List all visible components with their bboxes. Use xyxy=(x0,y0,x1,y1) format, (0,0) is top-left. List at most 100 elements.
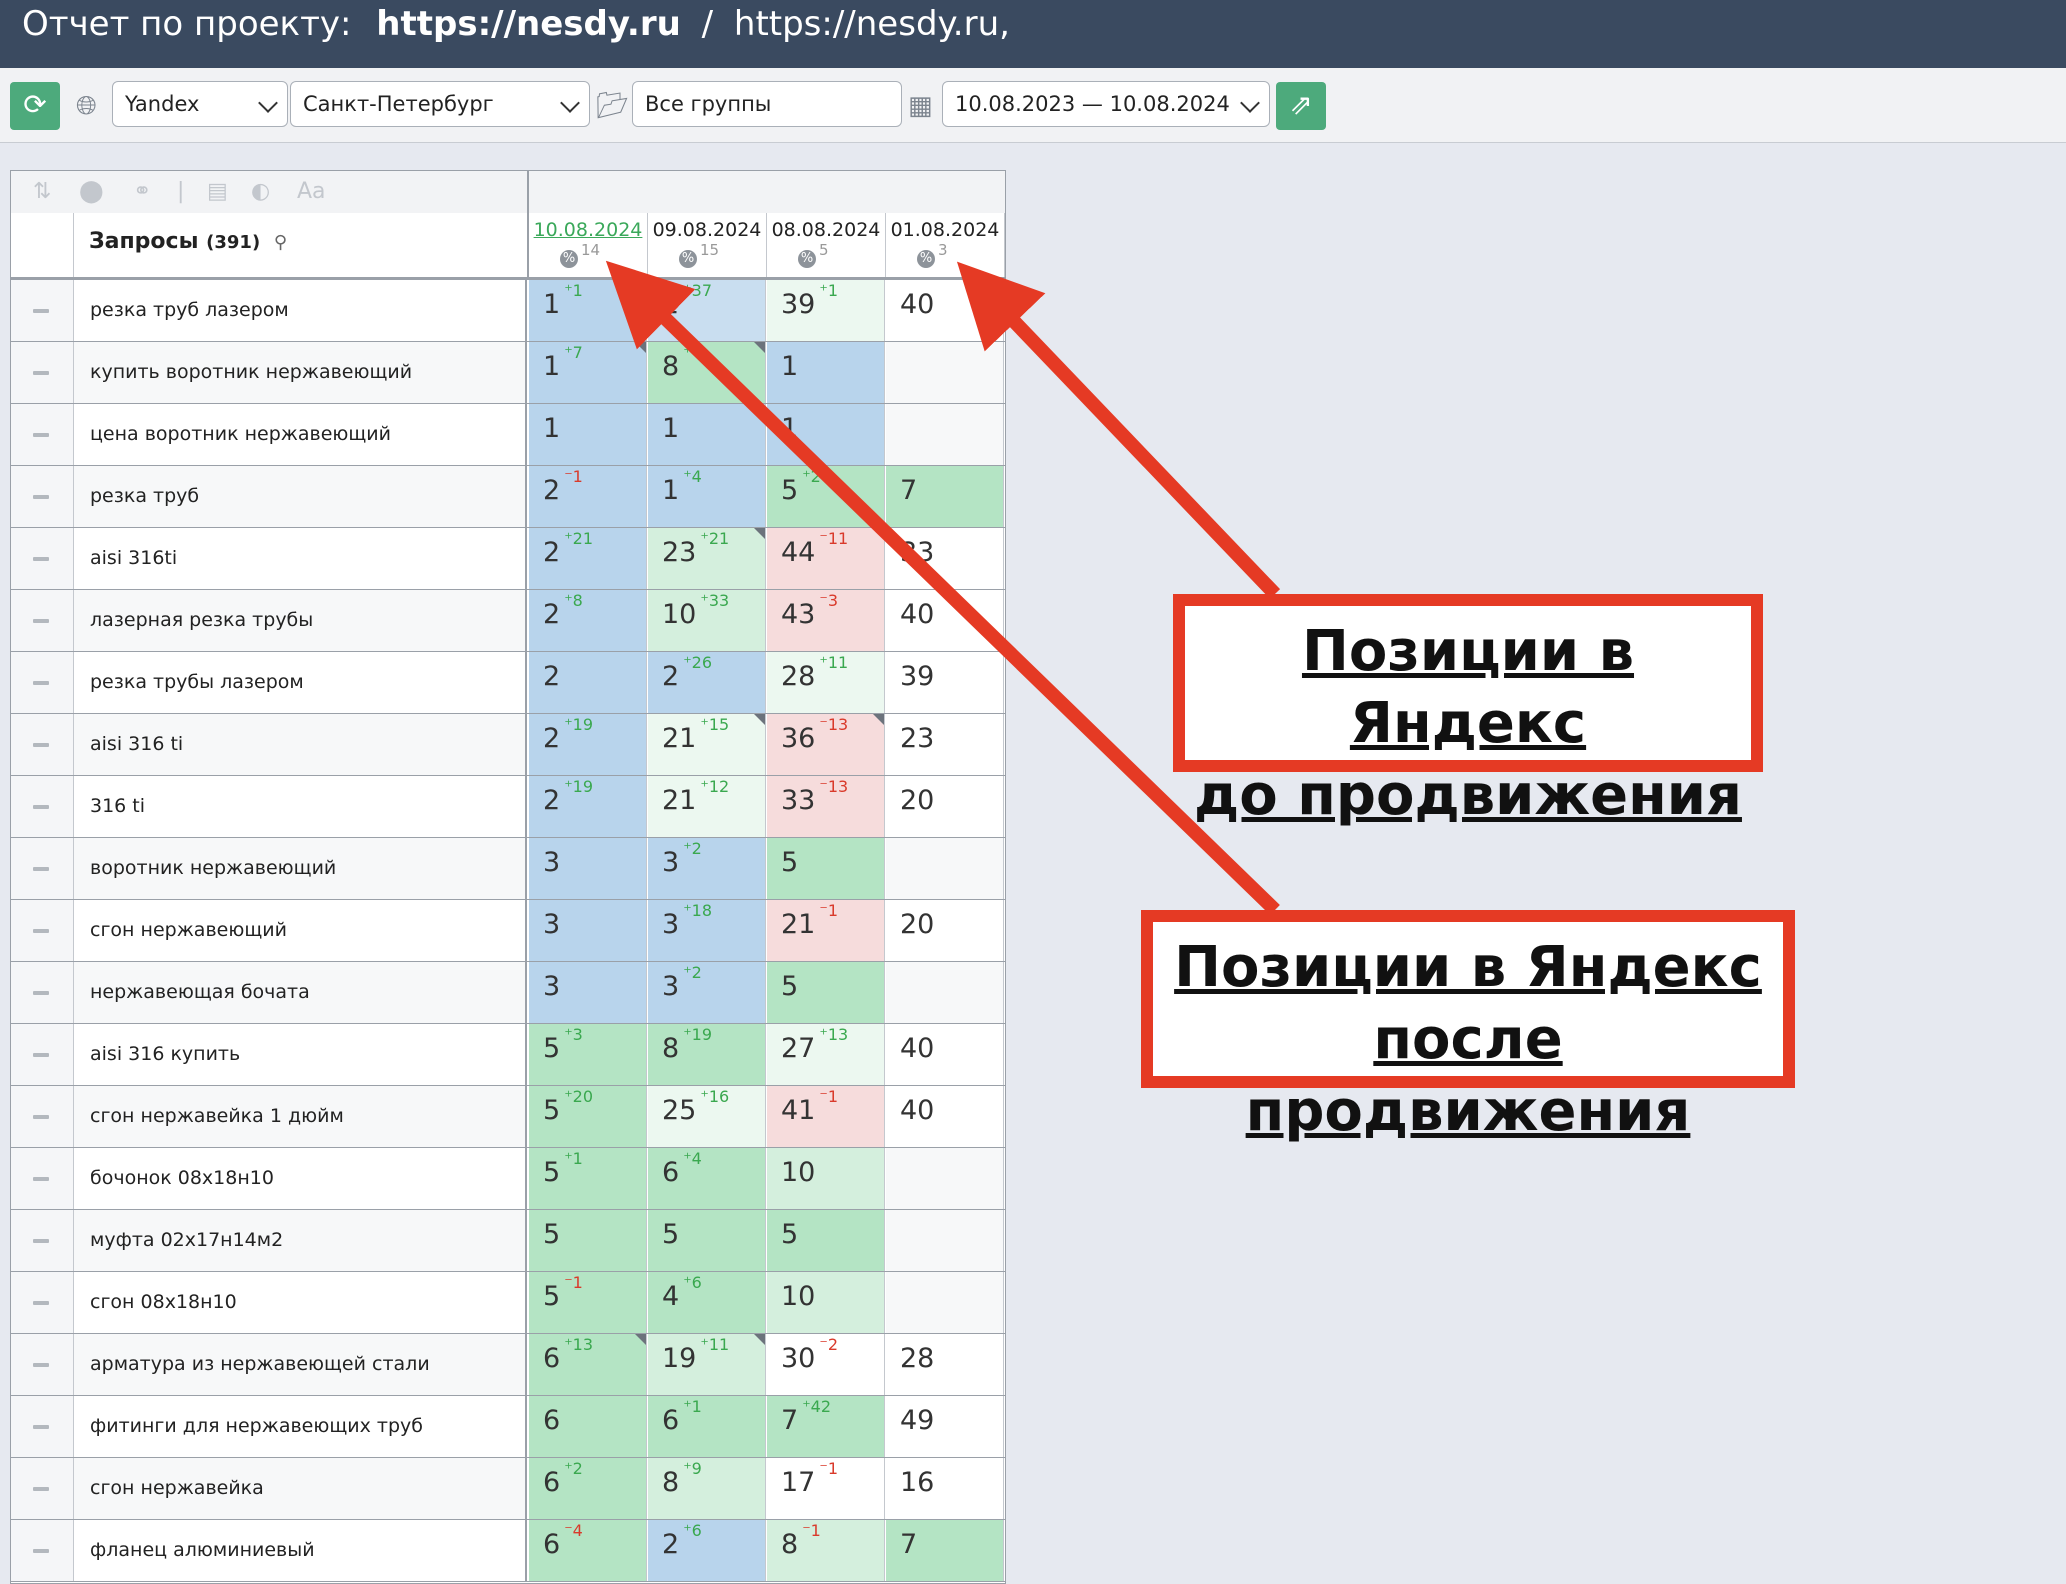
position-cell[interactable]: 21 ⁺15 xyxy=(648,714,766,775)
export-button[interactable]: ⇗ xyxy=(1276,82,1326,130)
queries-column-header[interactable]: Запросы (391) ⚲ xyxy=(89,229,287,254)
date-column-header[interactable]: 08.08.2024% 5 xyxy=(767,213,886,277)
row-handle[interactable] xyxy=(11,1086,74,1147)
position-cell[interactable]: 28 ⁺11 xyxy=(767,652,885,713)
position-cell[interactable]: 10 xyxy=(767,1272,885,1333)
position-cell[interactable]: 16 xyxy=(886,1458,1004,1519)
position-cell[interactable]: 23 xyxy=(886,714,1004,775)
position-cell[interactable]: 5 ⁺1 xyxy=(529,1148,647,1209)
position-cell[interactable]: 1 ⁺4 xyxy=(648,466,766,527)
position-cell[interactable]: 41 ⁻1 xyxy=(767,1086,885,1147)
position-cell[interactable]: 5 ⁺20 xyxy=(529,1086,647,1147)
position-cell[interactable]: 5 ⁺3 xyxy=(529,1024,647,1085)
position-cell[interactable]: 25 ⁺16 xyxy=(648,1086,766,1147)
row-handle[interactable] xyxy=(11,342,74,403)
position-cell[interactable]: 7 xyxy=(886,466,1004,527)
row-handle[interactable] xyxy=(11,1148,74,1209)
row-handle[interactable] xyxy=(11,404,74,465)
position-cell[interactable]: 1 ⁺1 xyxy=(529,280,647,341)
percent-icon[interactable]: % xyxy=(917,250,935,268)
date-label[interactable]: 09.08.2024 xyxy=(648,219,766,241)
position-cell[interactable]: 5 xyxy=(767,1210,885,1271)
query-cell[interactable]: резка трубы лазером xyxy=(74,652,527,713)
query-cell[interactable]: лазерная резка трубы xyxy=(74,590,527,651)
position-cell[interactable] xyxy=(886,404,1004,465)
date-column-header[interactable]: 09.08.2024% 15 xyxy=(648,213,767,277)
search-icon[interactable]: ⚲ xyxy=(274,232,287,253)
position-cell[interactable]: 10 xyxy=(767,1148,885,1209)
region-select[interactable]: Санкт-Петербург xyxy=(290,81,590,127)
position-cell[interactable] xyxy=(886,962,1004,1023)
position-cell[interactable]: 1 ⁺7 xyxy=(529,342,647,403)
row-handle[interactable] xyxy=(11,652,74,713)
row-handle[interactable] xyxy=(11,590,74,651)
position-cell[interactable]: 3 ⁺18 xyxy=(648,900,766,961)
group-select[interactable]: Все группы xyxy=(632,81,902,127)
toggle-icon[interactable]: ⬤ xyxy=(79,179,104,204)
position-cell[interactable] xyxy=(886,838,1004,899)
row-handle[interactable] xyxy=(11,1024,74,1085)
position-cell[interactable]: 40 xyxy=(886,590,1004,651)
query-cell[interactable]: купить воротник нержавеющий xyxy=(74,342,527,403)
sort-icon[interactable]: ⇅ xyxy=(33,179,51,204)
position-cell[interactable]: 19 ⁺11 xyxy=(648,1334,766,1395)
contrast-icon[interactable]: ◐ xyxy=(251,179,270,204)
position-cell[interactable]: 39 ⁺1 xyxy=(767,280,885,341)
position-cell[interactable]: 40 xyxy=(886,1086,1004,1147)
position-cell[interactable]: 8 ⁺9 xyxy=(648,1458,766,1519)
query-cell[interactable]: нержавеющая бочата xyxy=(74,962,527,1023)
percent-icon[interactable]: % xyxy=(560,250,578,268)
position-cell[interactable]: 3 ⁺2 xyxy=(648,838,766,899)
position-cell[interactable]: 6 ⁻4 xyxy=(529,1520,647,1581)
position-cell[interactable]: 17 ⁻1 xyxy=(767,1458,885,1519)
query-cell[interactable]: сгон нержавейка xyxy=(74,1458,527,1519)
position-cell[interactable]: 44 ⁻11 xyxy=(767,528,885,589)
position-cell[interactable]: 23 ⁺21 xyxy=(648,528,766,589)
position-cell[interactable]: 28 xyxy=(886,1334,1004,1395)
row-handle[interactable] xyxy=(11,962,74,1023)
row-handle[interactable] xyxy=(11,1396,74,1457)
position-cell[interactable]: 6 ⁺13 xyxy=(529,1334,647,1395)
query-cell[interactable]: aisi 316ti xyxy=(74,528,527,589)
query-cell[interactable]: сгон 08х18н10 xyxy=(74,1272,527,1333)
position-cell[interactable]: 2 ⁺26 xyxy=(648,652,766,713)
row-handle[interactable] xyxy=(11,900,74,961)
position-cell[interactable]: 8 ⁺19 xyxy=(648,1024,766,1085)
position-cell[interactable]: 49 xyxy=(886,1396,1004,1457)
position-cell[interactable]: 2 ⁻1 xyxy=(529,466,647,527)
position-cell[interactable]: 5 ⁻1 xyxy=(529,1272,647,1333)
query-cell[interactable]: фланец алюминиевый xyxy=(74,1520,527,1581)
query-cell[interactable]: резка труб xyxy=(74,466,527,527)
position-cell[interactable]: 6 ⁺4 xyxy=(648,1148,766,1209)
link-icon[interactable]: ⚭ xyxy=(133,179,151,204)
row-handle[interactable] xyxy=(11,1520,74,1581)
position-cell[interactable]: 2 ⁺19 xyxy=(529,776,647,837)
row-handle[interactable] xyxy=(11,1334,74,1395)
position-cell[interactable] xyxy=(886,342,1004,403)
position-cell[interactable]: 27 ⁺13 xyxy=(767,1024,885,1085)
query-cell[interactable]: сгон нержавеющий xyxy=(74,900,527,961)
font-icon[interactable]: Aa xyxy=(297,179,326,204)
position-cell[interactable]: 3 xyxy=(529,962,647,1023)
position-cell[interactable]: 2 ⁺6 xyxy=(648,1520,766,1581)
position-cell[interactable]: 3 xyxy=(529,900,647,961)
position-cell[interactable] xyxy=(886,1148,1004,1209)
position-cell[interactable]: 6 xyxy=(529,1396,647,1457)
date-label[interactable]: 01.08.2024 xyxy=(886,219,1004,241)
position-cell[interactable]: 8 ⁻1 xyxy=(767,1520,885,1581)
percent-icon[interactable]: % xyxy=(798,250,816,268)
position-cell[interactable]: 36 ⁻13 xyxy=(767,714,885,775)
position-cell[interactable]: 2 ⁺8 xyxy=(529,590,647,651)
row-handle[interactable] xyxy=(11,714,74,775)
position-cell[interactable]: 33 xyxy=(886,528,1004,589)
position-cell[interactable]: 6 ⁺1 xyxy=(648,1396,766,1457)
position-cell[interactable]: 10 ⁺33 xyxy=(648,590,766,651)
date-range-select[interactable]: 10.08.2023 — 10.08.2024 xyxy=(942,81,1270,127)
position-cell[interactable]: 5 xyxy=(648,1210,766,1271)
row-handle[interactable] xyxy=(11,1210,74,1271)
position-cell[interactable]: 4 ⁺6 xyxy=(648,1272,766,1333)
query-cell[interactable]: цена воротник нержавеющий xyxy=(74,404,527,465)
query-cell[interactable]: резка труб лазером xyxy=(74,280,527,341)
query-cell[interactable]: арматура из нержавеющей стали xyxy=(74,1334,527,1395)
position-cell[interactable]: 43 ⁻3 xyxy=(767,590,885,651)
